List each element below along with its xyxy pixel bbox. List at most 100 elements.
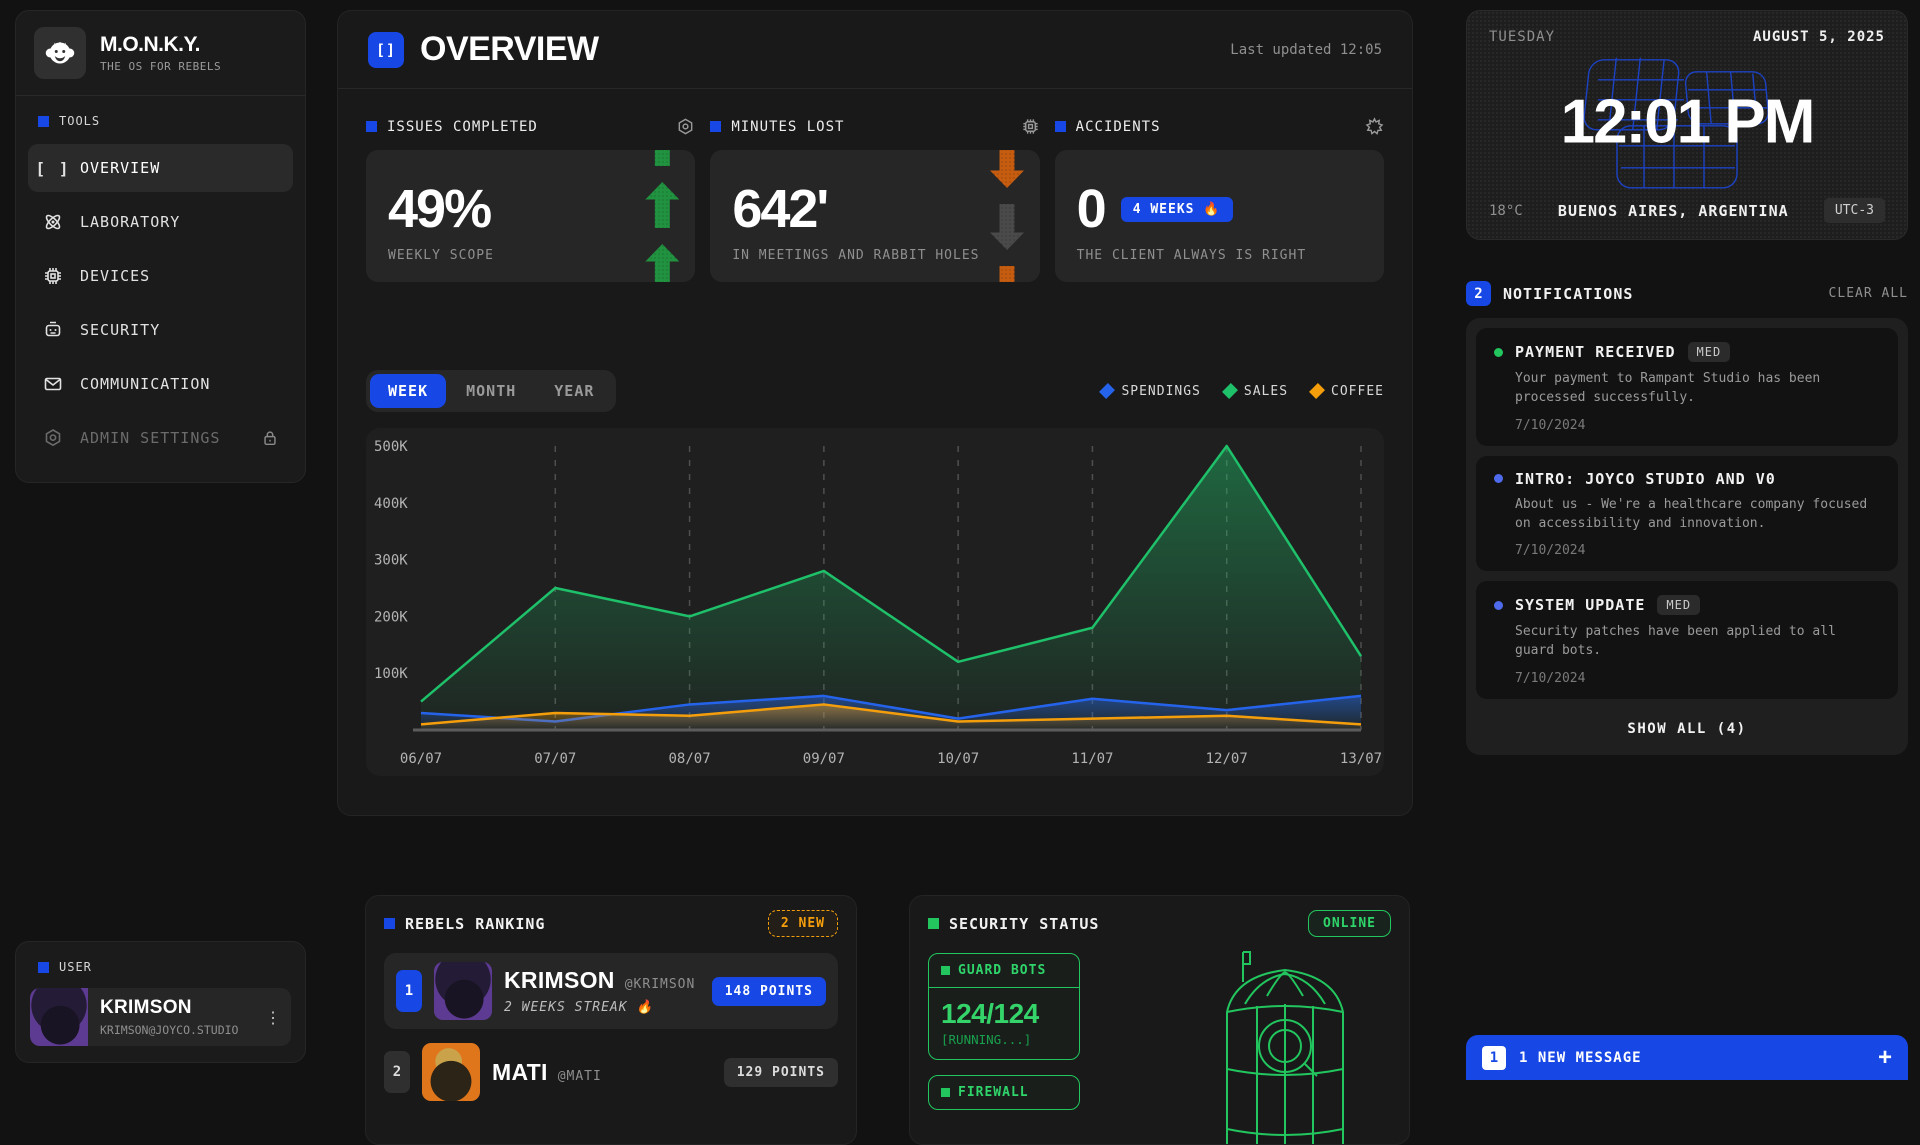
logo: M.O.N.K.Y. THE OS FOR REBELS <box>16 11 305 96</box>
last-updated: Last updated 12:05 <box>1230 42 1382 58</box>
gear-icon[interactable] <box>676 117 695 136</box>
sidebar-item-overview[interactable]: [ ] OVERVIEW <box>28 144 293 192</box>
notification-body: About us - We're a healthcare company fo… <box>1515 496 1880 534</box>
green-square-bullet <box>941 966 950 975</box>
avatar <box>422 1043 480 1101</box>
svg-text:10/07: 10/07 <box>937 751 979 767</box>
svg-text:500K: 500K <box>374 439 408 455</box>
user-menu-dots-icon[interactable]: ⋮ <box>255 988 291 1046</box>
notifications-panel: PAYMENT RECEIVED MED Your payment to Ram… <box>1466 318 1908 755</box>
svg-text:100K: 100K <box>374 666 408 682</box>
points-badge: 129 POINTS <box>724 1058 838 1087</box>
trend-up-arrows <box>645 150 679 282</box>
brackets-icon: [ ] <box>42 159 64 178</box>
stats-row: ISSUES COMPLETED 49% WEEKLY SCOPE <box>338 89 1412 282</box>
hex-gear-icon <box>42 428 64 448</box>
clock-card: TUESDAY AUGUST 5, 2025 12:01 PM 18°C BUE… <box>1466 10 1908 240</box>
notification-body: Security patches have been applied to al… <box>1515 623 1880 661</box>
notification-body: Your payment to Rampant Studio has been … <box>1515 370 1880 408</box>
legend-spendings[interactable]: SPENDINGS <box>1102 384 1200 399</box>
svg-text:06/07: 06/07 <box>400 751 442 767</box>
sidebar-item-security[interactable]: SECURITY <box>28 306 293 354</box>
svg-text:400K: 400K <box>374 496 408 512</box>
user-section-label: USER <box>30 954 291 978</box>
ranking-row-2[interactable]: 2 MATI @MATI 129 POINTS <box>384 1043 838 1101</box>
svg-text:11/07: 11/07 <box>1071 751 1113 767</box>
legend-sales[interactable]: SALES <box>1225 384 1288 399</box>
plus-icon[interactable]: + <box>1878 1044 1892 1072</box>
svg-text:09/07: 09/07 <box>803 751 845 767</box>
mail-icon <box>42 374 64 394</box>
show-all-button[interactable]: SHOW ALL (4) <box>1476 709 1898 745</box>
status-dot <box>1494 474 1503 483</box>
sidebar-item-communication[interactable]: COMMUNICATION <box>28 360 293 408</box>
rebel-handle: @KRIMSON <box>625 977 696 992</box>
status-dot <box>1494 348 1503 357</box>
rebels-ranking-panel: REBELS RANKING 2 NEW 1 KRIMSON @KRIMSON … <box>365 895 857 1145</box>
weekday: TUESDAY <box>1489 29 1555 45</box>
notification-payment-received[interactable]: PAYMENT RECEIVED MED Your payment to Ram… <box>1476 328 1898 446</box>
sidebar-item-devices[interactable]: DEVICES <box>28 252 293 300</box>
new-count-badge: 2 NEW <box>768 910 838 937</box>
security-status-panel: SECURITY STATUS ONLINE GUARD BOTS 124/12… <box>909 895 1410 1145</box>
blue-square-bullet <box>710 121 721 132</box>
tab-week[interactable]: WEEK <box>370 374 446 408</box>
timezone-badge: UTC-3 <box>1824 198 1885 223</box>
online-badge: ONLINE <box>1308 910 1391 937</box>
notification-date: 7/10/2024 <box>1515 543 1880 558</box>
sidebar-item-laboratory[interactable]: LABORATORY <box>28 198 293 246</box>
new-message-bar[interactable]: 1 1 NEW MESSAGE + <box>1466 1035 1908 1080</box>
blue-square-bullet <box>38 116 49 127</box>
robot-icon <box>42 320 64 340</box>
svg-text:08/07: 08/07 <box>668 751 710 767</box>
user-name: KRIMSON <box>100 997 243 1019</box>
clear-all-button[interactable]: CLEAR ALL <box>1829 286 1908 301</box>
user-email: KRIMSON@JOYCO.STUDIO <box>100 1023 243 1037</box>
overview-brackets-icon: [] <box>368 32 404 68</box>
cpu-icon[interactable] <box>1021 117 1040 136</box>
rebel-handle: @MATI <box>558 1069 602 1084</box>
rebel-name: MATI <box>492 1059 548 1086</box>
stat-issues-completed: ISSUES COMPLETED 49% WEEKLY SCOPE <box>366 117 695 282</box>
stat-minutes-lost: MINUTES LOST 642' IN MEETINGS AND RABBIT… <box>710 117 1039 282</box>
tools-section-label: TOOLS <box>16 96 305 138</box>
rebel-streak: 2 WEEKS STREAK 🔥 <box>504 1000 700 1015</box>
guard-bots-box: GUARD BOTS 124/124 [RUNNING...] <box>928 953 1080 1060</box>
legend-coffee[interactable]: COFFEE <box>1312 384 1384 399</box>
stat-value: 49% <box>388 182 673 236</box>
chip-icon <box>42 266 64 286</box>
app-title: M.O.N.K.Y. <box>100 33 221 57</box>
chart-section: WEEK MONTH YEAR SPENDINGS SALES COFFEE <box>338 282 1412 776</box>
tab-year[interactable]: YEAR <box>536 374 612 408</box>
message-count-badge: 1 <box>1482 1046 1506 1070</box>
monkey-logo-icon <box>34 27 86 79</box>
user-profile[interactable]: KRIMSON KRIMSON@JOYCO.STUDIO ⋮ <box>30 988 291 1046</box>
burst-icon[interactable] <box>1365 117 1384 136</box>
clock-time: 12:01 PM <box>1467 87 1907 158</box>
points-badge: 148 POINTS <box>712 977 826 1006</box>
temperature: 18°C <box>1489 203 1523 219</box>
notification-system-update[interactable]: SYSTEM UPDATE MED Security patches have … <box>1476 581 1898 699</box>
notification-date: 7/10/2024 <box>1515 418 1880 433</box>
stat-sublabel: IN MEETINGS AND RABBIT HOLES <box>732 248 1017 263</box>
app-subtitle: THE OS FOR REBELS <box>100 60 221 73</box>
diamond-icon <box>1099 383 1115 399</box>
ranking-title: REBELS RANKING <box>384 915 545 933</box>
svg-text:07/07: 07/07 <box>534 751 576 767</box>
notification-intro[interactable]: INTRO: JOYCO STUDIO AND V0 About us - We… <box>1476 456 1898 572</box>
user-avatar <box>30 988 88 1046</box>
guard-bots-count: 124/124 <box>929 988 1079 1032</box>
streak-badge: 4 WEEKS 🔥 <box>1121 197 1233 222</box>
guard-bot-wireframe <box>1205 934 1365 1145</box>
blue-square-bullet <box>366 121 377 132</box>
diamond-icon <box>1309 383 1325 399</box>
message-text: 1 NEW MESSAGE <box>1519 1050 1642 1066</box>
ranking-row-1[interactable]: 1 KRIMSON @KRIMSON 2 WEEKS STREAK 🔥 148 … <box>384 953 838 1029</box>
stat-sublabel: WEEKLY SCOPE <box>388 248 673 263</box>
sidebar-item-admin-settings[interactable]: ADMIN SETTINGS <box>28 414 293 462</box>
user-card: USER KRIMSON KRIMSON@JOYCO.STUDIO ⋮ <box>15 941 306 1063</box>
tab-month[interactable]: MONTH <box>448 374 534 408</box>
stat-sublabel: THE CLIENT ALWAYS IS RIGHT <box>1077 248 1362 263</box>
svg-text:12/07: 12/07 <box>1206 751 1248 767</box>
location: BUENOS AIRES, ARGENTINA <box>1558 202 1789 220</box>
